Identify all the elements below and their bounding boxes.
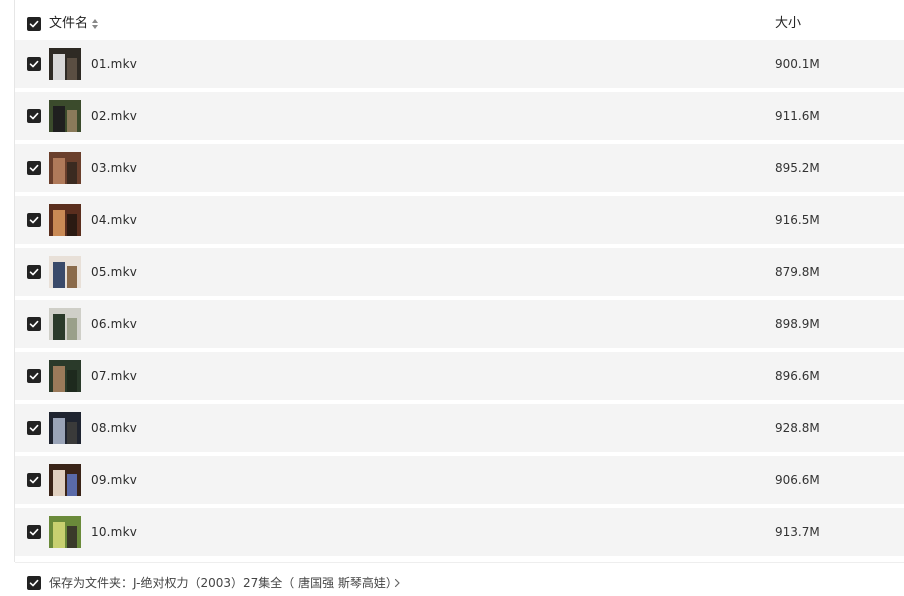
file-name: 07.mkv bbox=[91, 369, 138, 383]
file-size: 896.6M bbox=[775, 369, 820, 383]
file-row[interactable]: 08.mkv 928.8M bbox=[15, 404, 904, 452]
file-checkbox[interactable] bbox=[27, 369, 41, 383]
check-icon bbox=[29, 268, 39, 276]
check-icon bbox=[29, 320, 39, 328]
file-size: 900.1M bbox=[775, 57, 820, 71]
video-thumbnail bbox=[49, 256, 81, 288]
video-thumbnail bbox=[49, 412, 81, 444]
file-checkbox[interactable] bbox=[27, 265, 41, 279]
video-thumbnail bbox=[49, 204, 81, 236]
save-folder-bar: 保存为文件夹：J-绝对权力（2003）27集全（ 唐国强 斯琴高娃） bbox=[15, 568, 904, 596]
file-size: 928.8M bbox=[775, 421, 820, 435]
video-thumbnail bbox=[49, 152, 81, 184]
file-row[interactable]: 06.mkv 898.9M bbox=[15, 300, 904, 348]
check-icon bbox=[29, 164, 39, 172]
video-thumbnail bbox=[49, 308, 81, 340]
footer-divider bbox=[15, 562, 904, 563]
file-size: 913.7M bbox=[775, 525, 820, 539]
file-name: 06.mkv bbox=[91, 317, 138, 331]
check-icon bbox=[29, 20, 39, 28]
check-icon bbox=[29, 216, 39, 224]
file-name: 03.mkv bbox=[91, 161, 138, 175]
check-icon bbox=[29, 60, 39, 68]
file-name: 04.mkv bbox=[91, 213, 138, 227]
video-thumbnail bbox=[49, 48, 81, 80]
check-icon bbox=[29, 112, 39, 120]
file-checkbox[interactable] bbox=[27, 421, 41, 435]
file-size: 916.5M bbox=[775, 213, 820, 227]
file-row[interactable]: 09.mkv 906.6M bbox=[15, 456, 904, 504]
file-size: 895.2M bbox=[775, 161, 820, 175]
chevron-right-icon[interactable] bbox=[393, 578, 401, 588]
file-row[interactable]: 01.mkv 900.1M bbox=[15, 40, 904, 88]
file-size: 906.6M bbox=[775, 473, 820, 487]
file-checkbox[interactable] bbox=[27, 161, 41, 175]
file-list: 01.mkv 900.1M 02.mkv 911.6M 03.mkv 895.2M 04.m… bbox=[15, 40, 904, 560]
column-header-name[interactable]: 文件名 bbox=[49, 15, 88, 33]
video-thumbnail bbox=[49, 516, 81, 548]
file-name: 08.mkv bbox=[91, 421, 138, 435]
video-thumbnail bbox=[49, 100, 81, 132]
check-icon bbox=[29, 476, 39, 484]
file-checkbox[interactable] bbox=[27, 317, 41, 331]
file-row[interactable]: 10.mkv 913.7M bbox=[15, 508, 904, 556]
file-checkbox[interactable] bbox=[27, 473, 41, 487]
file-row[interactable]: 03.mkv 895.2M bbox=[15, 144, 904, 192]
file-checkbox[interactable] bbox=[27, 213, 41, 227]
file-name: 09.mkv bbox=[91, 473, 138, 487]
file-row[interactable]: 05.mkv 879.8M bbox=[15, 248, 904, 296]
file-row[interactable]: 07.mkv 896.6M bbox=[15, 352, 904, 400]
save-as-folder-checkbox[interactable] bbox=[27, 576, 41, 590]
check-icon bbox=[29, 528, 39, 536]
save-as-folder-label[interactable]: 保存为文件夹：J-绝对权力（2003）27集全（ 唐国强 斯琴高娃） bbox=[49, 574, 398, 592]
check-icon bbox=[29, 579, 39, 587]
file-name: 10.mkv bbox=[91, 525, 138, 539]
file-size: 879.8M bbox=[775, 265, 820, 279]
file-size: 898.9M bbox=[775, 317, 820, 331]
file-name: 01.mkv bbox=[91, 57, 138, 71]
file-name: 02.mkv bbox=[91, 109, 138, 123]
list-header: 文件名 大小 bbox=[15, 10, 904, 38]
file-selection-panel: 文件名 大小 01.mkv 900.1M 02.mkv 911.6M 03.mkv 895… bbox=[0, 0, 904, 596]
column-header-size: 大小 bbox=[775, 16, 802, 31]
video-thumbnail bbox=[49, 464, 81, 496]
check-icon bbox=[29, 372, 39, 380]
file-row[interactable]: 04.mkv 916.5M bbox=[15, 196, 904, 244]
file-name: 05.mkv bbox=[91, 265, 138, 279]
file-checkbox[interactable] bbox=[27, 109, 41, 123]
file-row[interactable]: 02.mkv 911.6M bbox=[15, 92, 904, 140]
file-size: 911.6M bbox=[775, 109, 820, 123]
video-thumbnail bbox=[49, 360, 81, 392]
file-checkbox[interactable] bbox=[27, 57, 41, 71]
select-all-checkbox[interactable] bbox=[27, 17, 41, 31]
check-icon bbox=[29, 424, 39, 432]
file-checkbox[interactable] bbox=[27, 525, 41, 539]
sort-icon[interactable] bbox=[91, 17, 99, 31]
